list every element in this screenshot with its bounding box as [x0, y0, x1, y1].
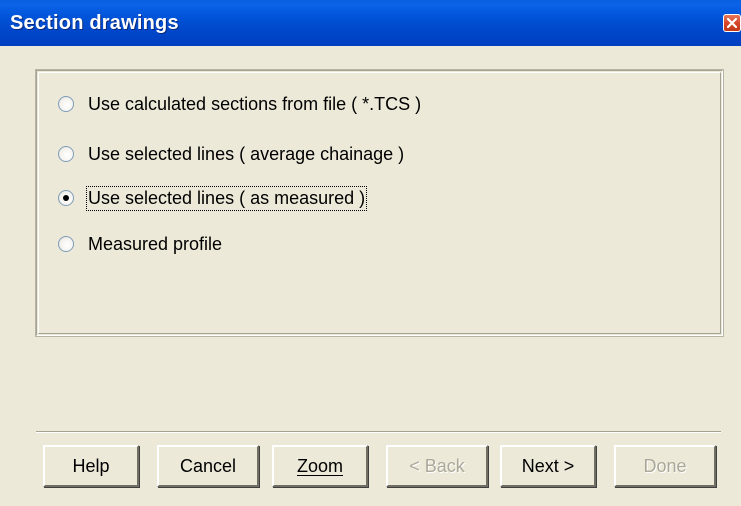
done-button[interactable]: Done	[614, 445, 716, 487]
radio-button[interactable]	[58, 146, 74, 162]
section-drawings-dialog: Section drawings Use calculated sections…	[0, 0, 741, 506]
radio-selected-dot	[63, 195, 69, 201]
close-icon	[726, 17, 738, 29]
radio-button-selected[interactable]	[58, 190, 74, 206]
radio-button[interactable]	[58, 96, 74, 112]
cancel-button[interactable]: Cancel	[157, 445, 259, 487]
radio-option-calculated-sections[interactable]: Use calculated sections from file ( *.TC…	[58, 91, 421, 117]
back-button[interactable]: < Back	[386, 445, 488, 487]
close-button[interactable]	[723, 14, 741, 32]
radio-label: Use selected lines ( as measured )	[85, 185, 368, 211]
zoom-label: Zoom	[296, 455, 343, 476]
separator	[36, 431, 721, 433]
radio-option-measured-profile[interactable]: Measured profile	[58, 231, 222, 257]
radio-button[interactable]	[58, 236, 74, 252]
next-button[interactable]: Next >	[500, 445, 596, 487]
help-button[interactable]: Help	[43, 445, 139, 487]
radio-label: Use calculated sections from file ( *.TC…	[88, 93, 422, 114]
radio-option-as-measured[interactable]: Use selected lines ( as measured )	[58, 185, 368, 211]
radio-option-average-chainage[interactable]: Use selected lines ( average chainage )	[58, 141, 404, 167]
radio-label: Measured profile	[88, 233, 223, 254]
title-bar[interactable]: Section drawings	[0, 0, 741, 46]
zoom-button[interactable]: Zoom	[272, 445, 368, 487]
window-title: Section drawings	[10, 12, 179, 34]
radio-label: Use selected lines ( average chainage )	[88, 143, 405, 164]
